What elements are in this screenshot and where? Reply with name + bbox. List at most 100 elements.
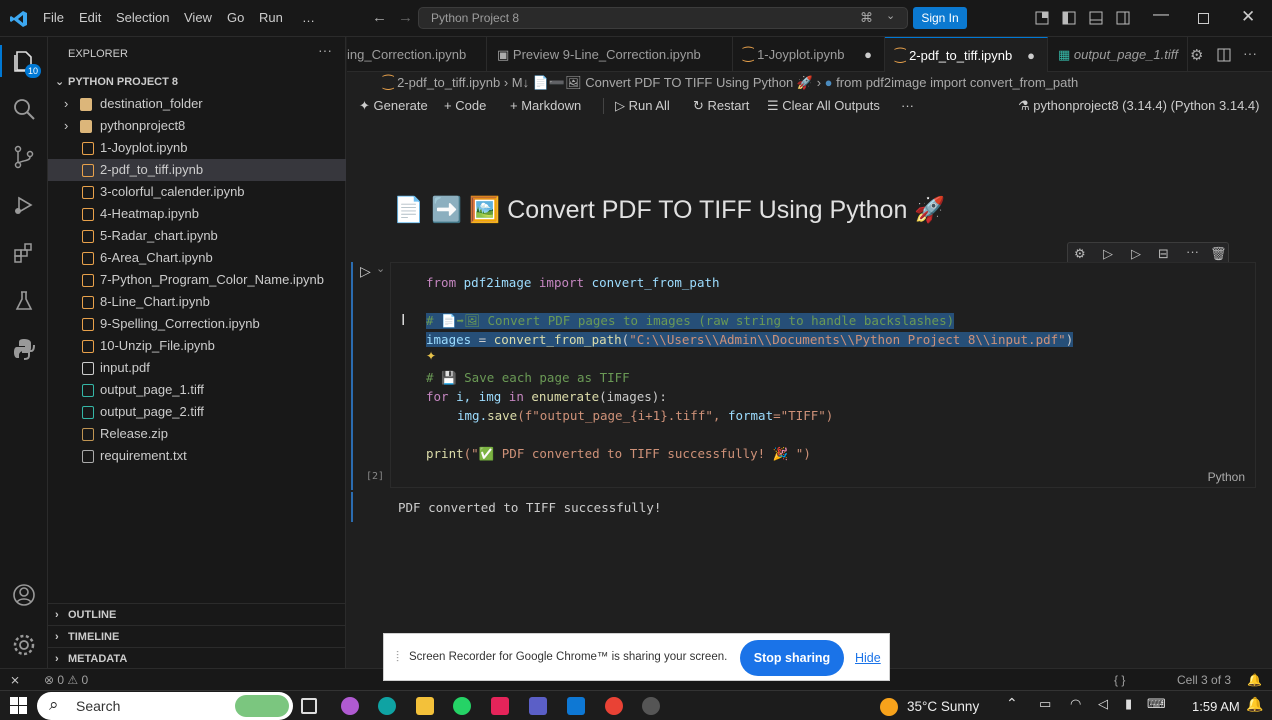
clock[interactable]: 1:59 AM [1192,699,1240,714]
whatsapp-icon[interactable] [453,697,471,715]
explorer-item-4-heatmap-ipynb[interactable]: 4-Heatmap.ipynb [48,203,346,225]
cell-position[interactable]: Cell 3 of 3 [1177,669,1231,691]
battery-icon[interactable]: ▮ [1125,696,1132,712]
media-player-icon[interactable] [642,697,660,715]
unsaved-dot-icon[interactable]: ● [1027,38,1035,72]
run-all-button[interactable]: ▷ Run All [615,98,670,114]
settings-gear-icon[interactable] [12,633,36,657]
clear-outputs-button[interactable]: ☰ Clear All Outputs [767,98,880,114]
explorer-item-3-colorful-calender-ipynb[interactable]: 3-colorful_calender.ipynb [48,181,346,203]
network-icon[interactable]: ▭ [1039,696,1051,712]
menu-run[interactable]: Run [259,10,283,25]
toggle-secondary-sidebar-icon[interactable] [1116,11,1130,25]
stop-sharing-button[interactable]: Stop sharing [740,640,844,676]
explorer-item-pythonproject8[interactable]: › pythonproject8 [48,115,346,137]
explorer-item-1-joyplot-ipynb[interactable]: 1-Joyplot.ipynb [48,137,346,159]
breadcrumb-code[interactable]: from pdf2image import convert_from_path [836,75,1078,90]
python-icon[interactable] [12,337,36,361]
run-by-line-icon[interactable]: ⚙ [1074,246,1086,262]
tab-pdf-to-tiff[interactable]: ⁐ 2-pdf_to_tiff.ipynb ● [885,37,1048,72]
extensions-icon[interactable] [12,241,36,265]
taskbar-search[interactable]: ⌕ Search [37,692,293,720]
split-cell-icon[interactable]: ⊟ [1158,246,1169,262]
delete-cell-icon[interactable]: 🗑 [1210,246,1227,262]
command-center-search[interactable]: Python Project 8 [418,7,908,29]
minimize-icon[interactable]: — [1153,6,1169,24]
explorer-item-8-line-chart-ipynb[interactable]: 8-Line_Chart.ipynb [48,291,346,313]
cell-language[interactable]: Python [1208,470,1245,484]
windows-start-icon[interactable] [10,697,27,714]
sign-in-button[interactable]: Sign In [913,7,967,29]
chrome-icon[interactable] [605,697,623,715]
unsaved-dot-icon[interactable]: ● [864,37,872,72]
maximize-icon[interactable] [1198,13,1209,24]
explorer-item-input-pdf[interactable]: input.pdf [48,357,346,379]
vscode-taskbar-icon[interactable] [567,697,585,715]
tray-overflow-icon[interactable]: ⌃ [1006,695,1018,712]
explorer-item-5-radar-chart-ipynb[interactable]: 5-Radar_chart.ipynb [48,225,346,247]
breadcrumb-file[interactable]: 2-pdf_to_tiff.ipynb [397,75,500,90]
run-debug-icon[interactable] [12,193,36,217]
menu-selection[interactable]: Selection [116,10,169,25]
timeline-section[interactable]: › TIMELINE [48,625,346,647]
split-editor-icon[interactable] [1217,48,1231,62]
explorer-item-9-spelling-correction-ipynb[interactable]: 9-Spelling_Correction.ipynb [48,313,346,335]
outline-section[interactable]: › OUTLINE [48,603,346,625]
explorer-item-destination-folder[interactable]: › destination_folder [48,93,346,115]
task-view-icon[interactable] [301,698,317,714]
metadata-section[interactable]: › METADATA [48,647,346,669]
settings-gear-icon[interactable]: ⚙ [1190,46,1203,64]
braces-icon[interactable]: { } [1114,669,1125,691]
file-explorer-icon[interactable] [416,697,434,715]
teams-icon[interactable] [529,697,547,715]
language-icon[interactable]: ⌨ [1147,696,1166,712]
generate-button[interactable]: ✦ Generate [359,98,428,114]
drag-handle-icon[interactable]: ⦙ [396,648,399,665]
restart-button[interactable]: ↻ Restart [693,98,749,114]
hide-link[interactable]: Hide [855,651,881,665]
notifications-icon[interactable]: 🔔 [1247,669,1262,691]
tab-spelling-correction[interactable]: ing_Correction.ipynb [347,37,487,72]
account-icon[interactable] [12,583,36,607]
toggle-panel-icon[interactable] [1089,11,1103,25]
execute-above-icon[interactable]: ▷ [1103,246,1113,262]
notification-center-icon[interactable]: 🔔 [1246,696,1263,713]
tab-output-page-1[interactable]: ▦ output_page_1.tiff [1048,37,1188,72]
more-cell-actions-icon[interactable]: ··· [1186,244,1199,259]
explorer-item-output-page-2-tiff[interactable]: output_page_2.tiff [48,401,346,423]
tab-joyplot[interactable]: ⁐ 1-Joyplot.ipynb ● [733,37,885,72]
close-icon[interactable]: ✕ [1241,7,1255,27]
copilot-app-icon[interactable] [341,697,359,715]
run-cell-icon[interactable]: ▷ [360,263,371,280]
edge-icon[interactable] [378,697,396,715]
execute-below-icon[interactable]: ▷ [1131,246,1141,262]
explorer-item-6-area-chart-ipynb[interactable]: 6-Area_Chart.ipynb [48,247,346,269]
forward-arrow-icon[interactable]: → [398,9,413,26]
tab-preview-line-correction[interactable]: ▣ Preview 9-Line_Correction.ipynb [487,37,733,72]
menu-more[interactable]: … [302,10,315,25]
more-actions-icon[interactable]: ··· [318,42,332,58]
explorer-item-release-zip[interactable]: Release.zip [48,423,346,445]
back-arrow-icon[interactable]: ← [372,9,387,26]
explorer-item-10-unzip-file-ipynb[interactable]: 10-Unzip_File.ipynb [48,335,346,357]
toggle-sidebar-icon[interactable] [1062,11,1076,25]
wifi-icon[interactable]: ◠ [1070,696,1081,712]
problems-indicator[interactable]: ⊗ 0 ⚠ 0 [44,669,88,691]
chevron-down-icon[interactable]: ⌄ [376,262,385,275]
explorer-item-output-page-1-tiff[interactable]: output_page_1.tiff [48,379,346,401]
more-toolbar-icon[interactable]: ··· [901,98,914,113]
menu-edit[interactable]: Edit [79,10,101,25]
remote-icon[interactable]: ⨯ [10,669,20,691]
explorer-item-requirement-txt[interactable]: requirement.txt [48,445,346,467]
weather-text[interactable]: 35°C Sunny [907,699,979,714]
explorer-item-2-pdf-to-tiff-ipynb[interactable]: 2-pdf_to_tiff.ipynb [48,159,346,181]
search-icon[interactable] [12,97,36,121]
project-root[interactable]: ⌄ PYTHON PROJECT 8 [48,71,346,93]
add-code-button[interactable]: + Code [444,98,486,113]
more-actions-icon[interactable]: ··· [1243,45,1257,61]
markdown-heading[interactable]: 📄 ➡️ 🖼️ Convert PDF TO TIFF Using Python… [393,196,945,225]
testing-icon[interactable] [12,289,36,313]
chevron-down-icon[interactable]: ⌄ [886,9,895,22]
source-control-icon[interactable] [12,145,36,169]
tiktok-icon[interactable] [491,697,509,715]
